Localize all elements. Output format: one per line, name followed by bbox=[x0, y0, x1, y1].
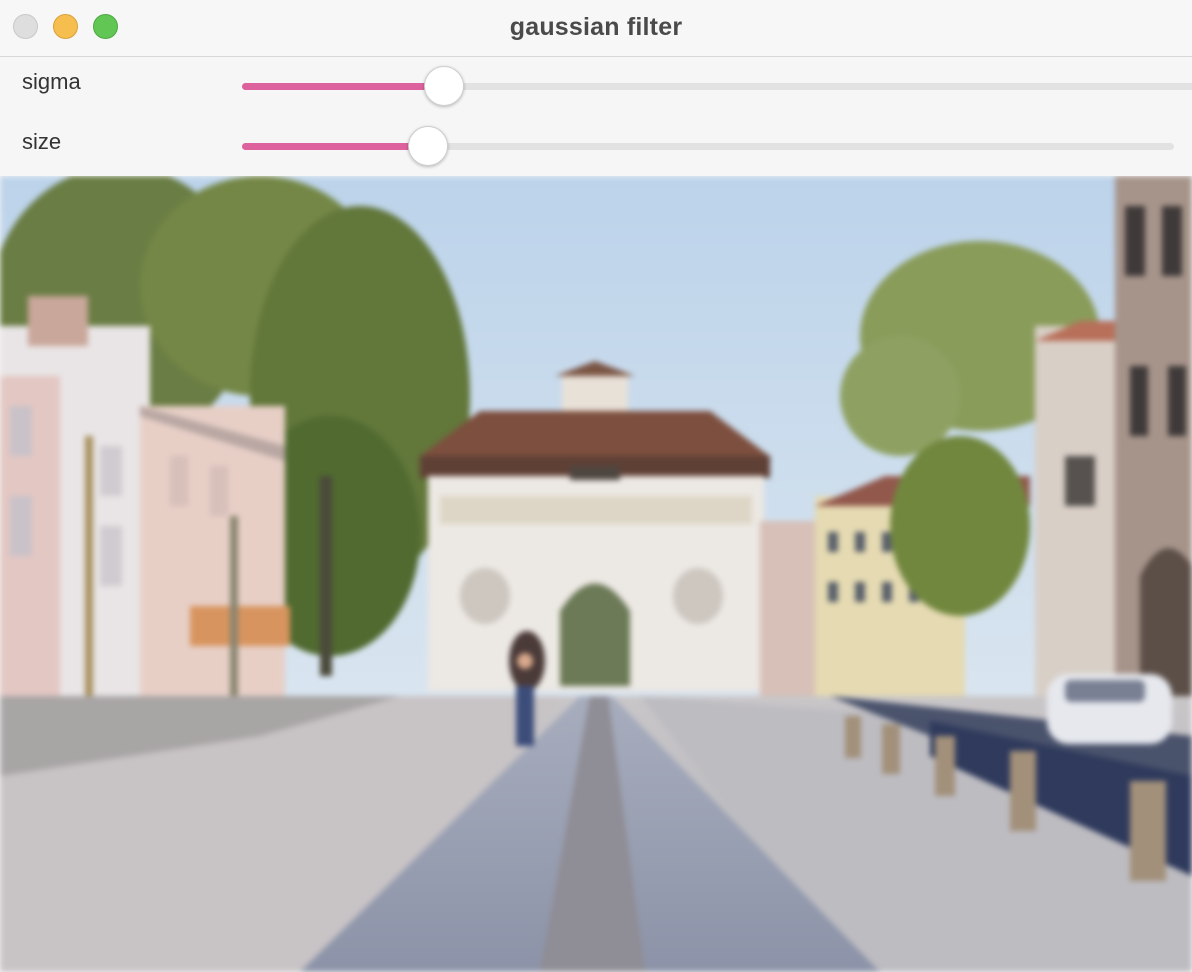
app-window: gaussian filter sigma size bbox=[0, 0, 1192, 972]
sigma-slider-fill bbox=[242, 83, 444, 90]
trackbar-panel: sigma size bbox=[0, 57, 1192, 176]
sigma-slider[interactable] bbox=[242, 66, 1192, 106]
size-label: size bbox=[22, 129, 62, 154]
filtered-image bbox=[0, 176, 1192, 972]
size-slider-fill bbox=[242, 143, 428, 150]
blurred-street-photo bbox=[0, 176, 1192, 972]
window-title: gaussian filter bbox=[509, 13, 683, 41]
title-bar: gaussian filter bbox=[0, 0, 1192, 57]
size-slider[interactable] bbox=[242, 126, 1174, 166]
sigma-slider-thumb[interactable] bbox=[424, 66, 464, 106]
size-slider-thumb[interactable] bbox=[408, 126, 448, 166]
sigma-label: sigma bbox=[22, 69, 81, 94]
